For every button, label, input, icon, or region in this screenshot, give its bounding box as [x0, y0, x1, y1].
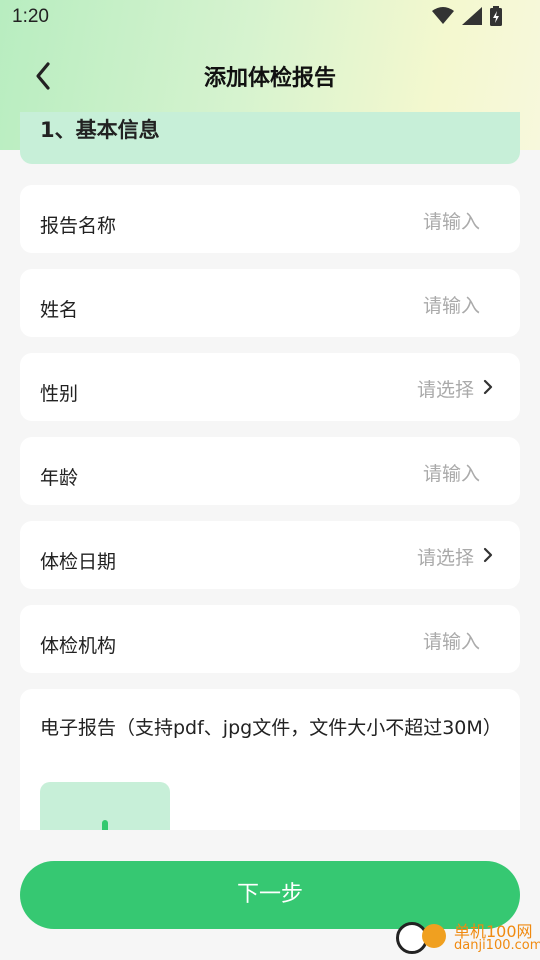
exam-institution-input[interactable]: 请输入 [423, 627, 480, 654]
field-exam-institution[interactable]: 体检机构 请输入 [20, 605, 520, 673]
upload-label: 电子报告（支持pdf、jpg文件，文件大小不超过30M） [40, 717, 502, 739]
signal-icon [462, 7, 482, 25]
plus-icon [102, 820, 108, 830]
field-exam-date[interactable]: 体检日期 请选择 [20, 521, 520, 589]
field-label: 体检日期 [40, 551, 117, 573]
field-report-name[interactable]: 报告名称 请输入 [20, 185, 520, 253]
battery-icon [490, 6, 502, 26]
upload-card: 电子报告（支持pdf、jpg文件，文件大小不超过30M） [20, 689, 520, 830]
status-bar: 1:20 [0, 0, 540, 36]
status-time: 1:20 [12, 6, 49, 27]
status-icons [432, 6, 502, 26]
chevron-right-icon [483, 547, 493, 563]
section-header: 1、基本信息 [20, 112, 520, 164]
exam-date-select[interactable]: 请选择 [417, 543, 474, 570]
page-title: 添加体检报告 [203, 66, 336, 91]
watermark-domain: danji100.com [454, 938, 540, 953]
age-input[interactable]: 请输入 [423, 459, 480, 486]
field-label: 体检机构 [40, 635, 117, 657]
watermark: 单机100网 danji100.com [392, 912, 540, 960]
section-title: 1、基本信息 [40, 118, 160, 142]
field-label: 姓名 [40, 299, 79, 321]
field-label: 报告名称 [40, 215, 117, 237]
field-label: 性别 [40, 383, 79, 405]
field-label: 年龄 [40, 467, 79, 489]
field-age[interactable]: 年龄 请输入 [20, 437, 520, 505]
name-input[interactable]: 请输入 [423, 291, 480, 318]
navigation-bar: 添加体检报告 [0, 48, 540, 104]
gender-select[interactable]: 请选择 [417, 375, 474, 402]
upload-button[interactable] [40, 782, 170, 830]
field-name[interactable]: 姓名 请输入 [20, 269, 520, 337]
wifi-icon [432, 7, 454, 24]
form-scroll-area[interactable]: 1、基本信息 报告名称 请输入 姓名 请输入 性别 请选择 年龄 请输入 体检日… [0, 112, 540, 830]
field-gender[interactable]: 性别 请选择 [20, 353, 520, 421]
report-name-input[interactable]: 请输入 [423, 207, 480, 234]
chevron-right-icon [483, 379, 493, 395]
watermark-logo-dot [422, 924, 446, 948]
